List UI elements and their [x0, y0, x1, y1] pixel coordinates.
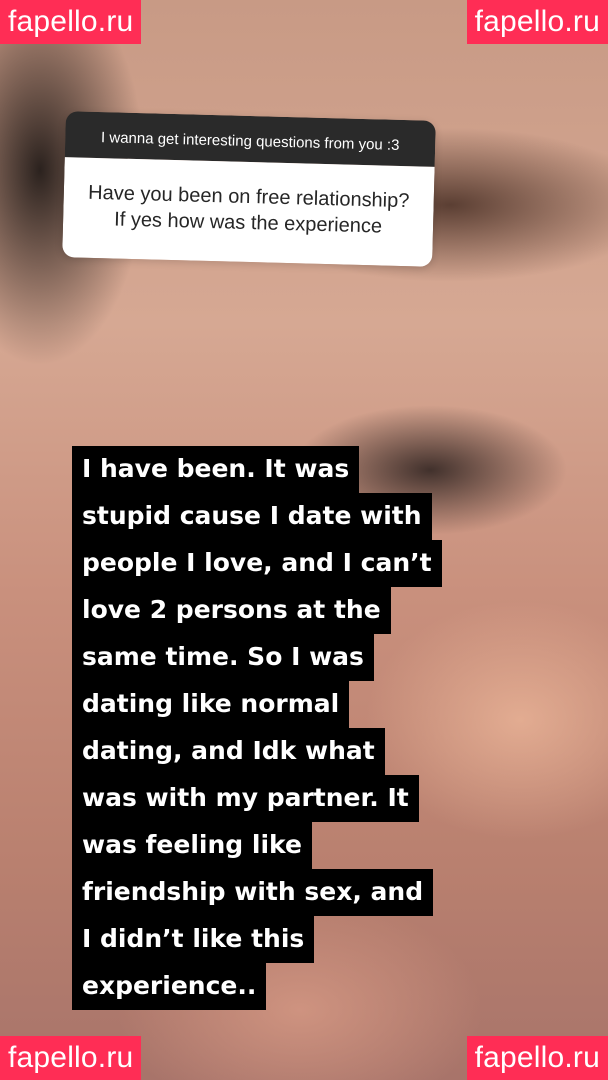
answer-line: dating, and Idk what [72, 728, 462, 775]
watermark-top-right: fapello.ru [466, 0, 608, 44]
answer-line: love 2 persons at the [72, 587, 462, 634]
watermark-bottom-right: fapello.ru [466, 1036, 608, 1080]
answer-line: was with my partner. It [72, 775, 462, 822]
story-view: fapello.ru fapello.ru I wanna get intere… [0, 0, 608, 1080]
answer-text-block: I have been. It was stupid cause I date … [72, 446, 462, 1010]
watermark-bottom-left: fapello.ru [0, 1036, 142, 1080]
answer-line: same time. So I was [72, 634, 462, 681]
watermark-top-left: fapello.ru [0, 0, 142, 44]
question-sticker: I wanna get interesting questions from y… [62, 111, 436, 267]
answer-line: friendship with sex, and [72, 869, 462, 916]
answer-line: people I love, and I can’t [72, 540, 462, 587]
answer-line: I didn’t like this [72, 916, 462, 963]
answer-line: experience.. [72, 963, 462, 1010]
answer-line: I have been. It was [72, 446, 462, 493]
answer-line: dating like normal [72, 681, 462, 728]
answer-line: stupid cause I date with [72, 493, 462, 540]
answer-line: was feeling like [72, 822, 462, 869]
question-text: Have you been on free relationship? If y… [62, 157, 435, 267]
